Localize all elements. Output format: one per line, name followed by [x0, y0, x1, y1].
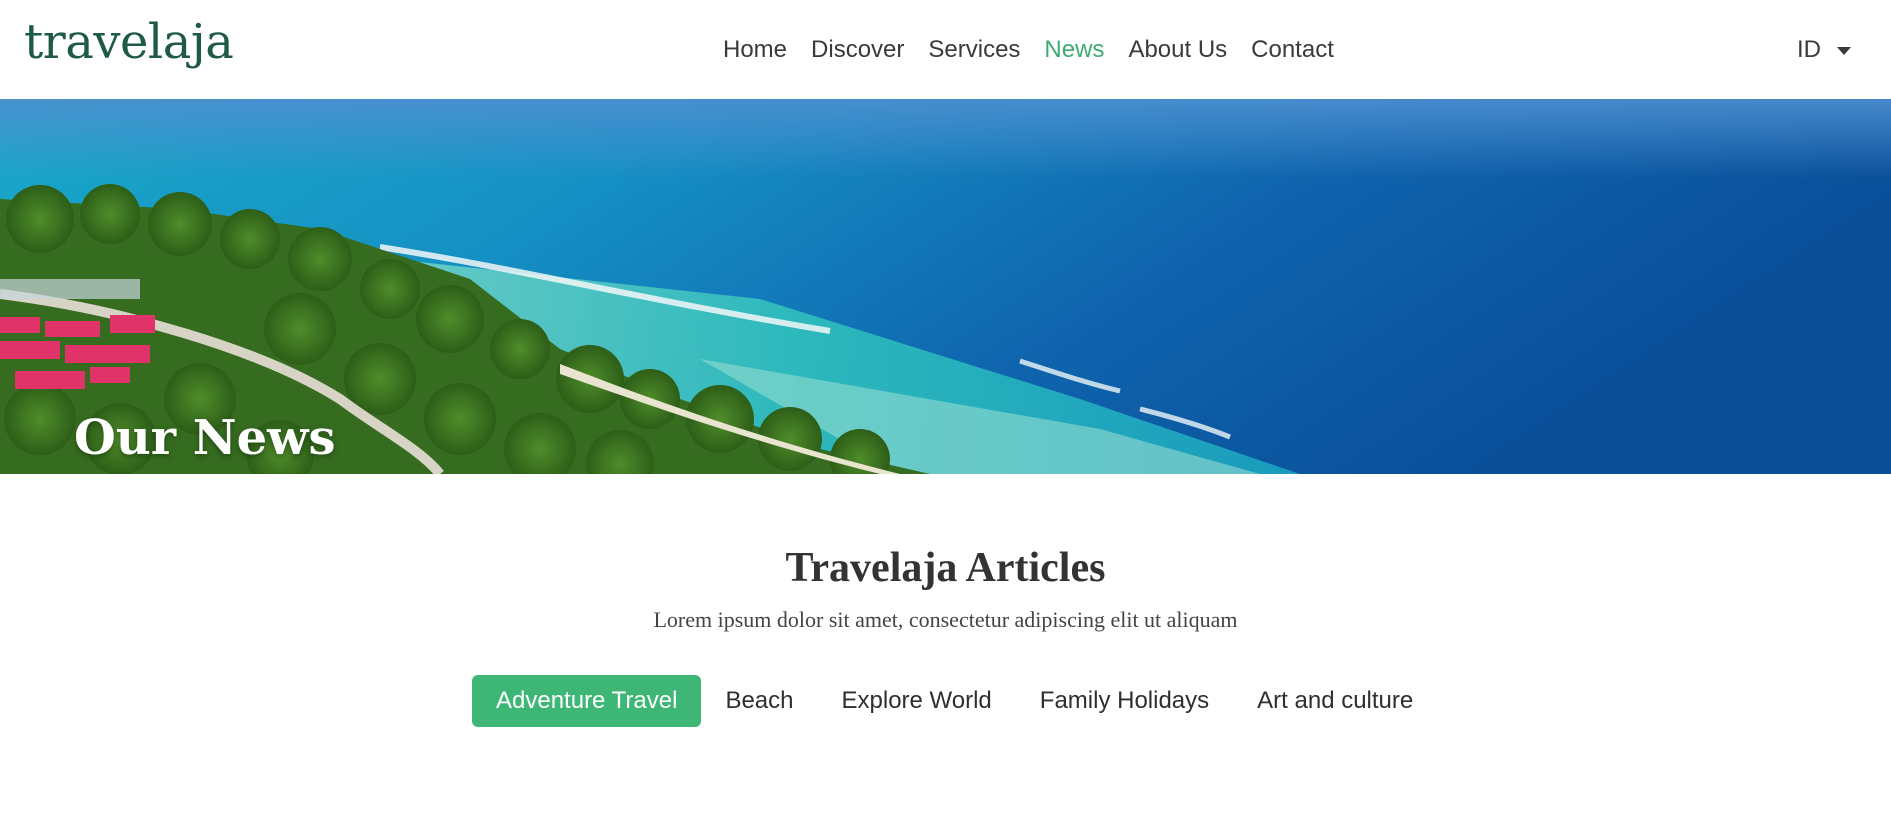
tab-adventure-travel[interactable]: Adventure Travel: [472, 675, 702, 727]
nav-home[interactable]: Home: [711, 36, 799, 64]
hero-banner: Our News: [0, 99, 1891, 474]
article-category-tabs: Adventure Travel Beach Explore World Fam…: [472, 675, 1437, 727]
articles-section: Travelaja Articles Lorem ipsum dolor sit…: [0, 474, 1891, 631]
language-label: ID: [1797, 35, 1821, 63]
language-dropdown[interactable]: ID: [1797, 0, 1851, 99]
articles-subtitle: Lorem ipsum dolor sit amet, consectetur …: [653, 607, 1238, 632]
nav-contact[interactable]: Contact: [1239, 36, 1346, 64]
nav-services[interactable]: Services: [916, 36, 1032, 64]
main-nav: Home Discover Services News About Us Con…: [711, 0, 1346, 99]
tab-art-and-culture[interactable]: Art and culture: [1233, 675, 1437, 727]
tab-family-holidays[interactable]: Family Holidays: [1016, 675, 1233, 727]
navbar: travelaja Home Discover Services News Ab…: [0, 0, 1891, 99]
nav-discover[interactable]: Discover: [799, 36, 916, 64]
tab-explore-world[interactable]: Explore World: [818, 675, 1016, 727]
nav-about-us[interactable]: About Us: [1116, 36, 1239, 64]
articles-title: Travelaja Articles: [785, 545, 1106, 591]
nav-news[interactable]: News: [1032, 36, 1116, 64]
hero-title: Our News: [74, 410, 336, 467]
brand-logo[interactable]: travelaja: [24, 18, 234, 66]
caret-down-icon: [1837, 46, 1851, 55]
tab-beach[interactable]: Beach: [701, 675, 817, 727]
